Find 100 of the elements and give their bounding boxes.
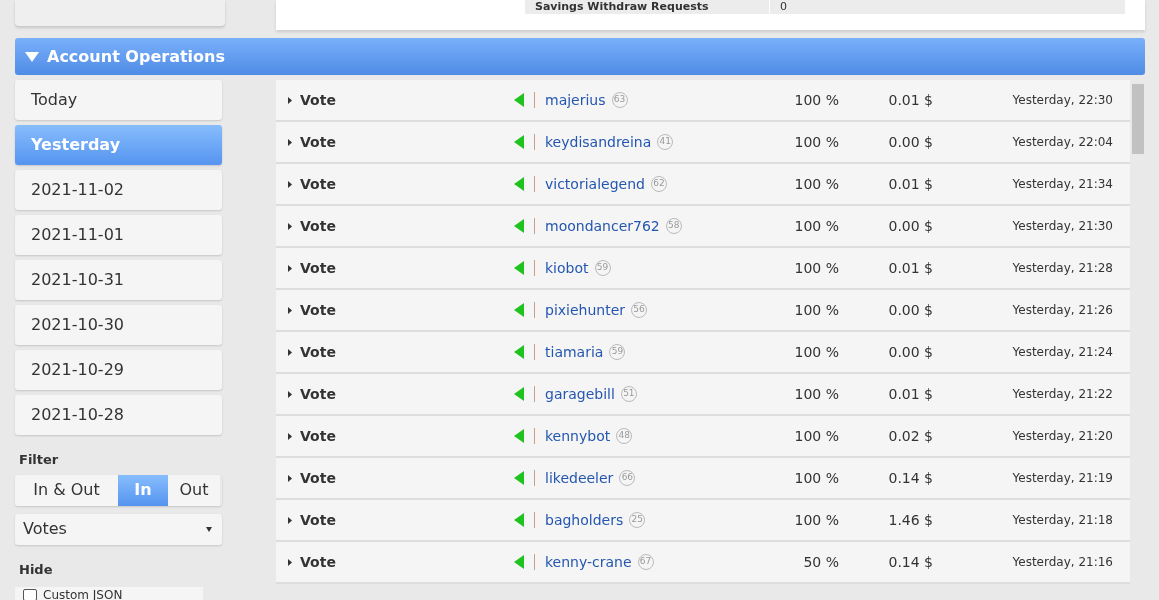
operation-row[interactable]: Vote victorialegend 62 100 % 0.01 $ Yesterday, 21:34: [276, 164, 1130, 206]
timestamp: Yesterday, 21:22: [1011, 386, 1113, 403]
amount: 0.01 $: [887, 384, 933, 404]
user-link[interactable]: moondancer762: [545, 215, 660, 237]
operation-type: Vote: [300, 300, 336, 320]
amount: 0.00 $: [887, 132, 933, 152]
expand-icon[interactable]: [288, 348, 292, 356]
vote-percent: 50 %: [802, 552, 839, 572]
operation-type: Vote: [300, 90, 336, 110]
amount: 0.01 $: [887, 90, 933, 110]
operation-type: Vote: [300, 510, 336, 530]
user-link[interactable]: kennybot: [545, 425, 611, 447]
date-button[interactable]: 2021-10-31: [15, 260, 222, 300]
amount: 0.00 $: [887, 216, 933, 236]
operation-row[interactable]: Vote kiobot 59 100 % 0.01 $ Yesterday, 21:28: [276, 248, 1130, 290]
user-link[interactable]: majerius: [545, 89, 606, 111]
timestamp: Yesterday, 21:30: [1011, 218, 1113, 235]
operation-row[interactable]: Vote keydisandreina 41 100 % 0.00 $ Yesterday, 22:04: [276, 122, 1130, 164]
user-link[interactable]: garagebill: [545, 383, 615, 405]
timestamp: Yesterday, 21:19: [1011, 470, 1113, 487]
operation-row[interactable]: Vote kennybot 48 100 % 0.02 $ Yesterday, 21:20: [276, 416, 1130, 458]
date-button[interactable]: 2021-10-30: [15, 305, 222, 345]
vote-percent: 100 %: [793, 468, 839, 488]
expand-icon[interactable]: [288, 558, 292, 566]
amount: 0.14 $: [887, 552, 933, 572]
vote-percent: 100 %: [793, 510, 839, 530]
vote-percent: 100 %: [793, 342, 839, 362]
operation-type: Vote: [300, 216, 336, 236]
amount: 0.01 $: [887, 174, 933, 194]
amount: 0.00 $: [887, 300, 933, 320]
hide-label: Hide: [19, 560, 54, 579]
amount: 0.02 $: [887, 426, 933, 446]
user-link[interactable]: kiobot: [545, 257, 589, 279]
type-dropdown[interactable]: Votes: [15, 513, 222, 545]
dropdown-arrow-icon: [206, 526, 212, 532]
expand-icon[interactable]: [288, 138, 292, 146]
operation-row[interactable]: Vote kenny-crane 67 50 % 0.14 $ Yesterday, 21:16: [276, 542, 1130, 584]
expand-icon[interactable]: [288, 390, 292, 398]
timestamp: Yesterday, 21:28: [1011, 260, 1113, 277]
table-cell: Savings Withdraw Requests: [525, 0, 770, 14]
filter-label: Filter: [19, 451, 60, 469]
operation-type: Vote: [300, 384, 336, 404]
timestamp: Yesterday, 21:20: [1011, 428, 1113, 445]
filter-tab[interactable]: In & Out: [15, 474, 118, 506]
date-button[interactable]: 2021-11-01: [15, 215, 222, 255]
user-link[interactable]: pixiehunter: [545, 299, 626, 321]
date-button[interactable]: 2021-10-28: [15, 395, 222, 435]
vote-percent: 100 %: [793, 132, 839, 152]
operation-row[interactable]: Vote likedeeler 66 100 % 0.14 $ Yesterday, 21:19: [276, 458, 1130, 500]
operation-row[interactable]: Vote moondancer762 58 100 % 0.00 $ Yesterday, 21:30: [276, 206, 1130, 248]
filter-tab[interactable]: Out: [168, 474, 220, 506]
user-link[interactable]: tiamaria: [545, 341, 604, 363]
timestamp: Yesterday, 21:18: [1011, 512, 1113, 529]
expand-icon[interactable]: [288, 96, 292, 104]
date-button[interactable]: 2021-10-29: [15, 350, 222, 390]
operation-type: Vote: [300, 258, 336, 278]
amount: 0.01 $: [887, 258, 933, 278]
vote-percent: 100 %: [793, 426, 839, 446]
operation-type: Vote: [300, 174, 336, 194]
table-cell-text: 0: [779, 0, 788, 14]
operation-row[interactable]: Vote tiamaria 59 100 % 0.00 $ Yesterday, 21:24: [276, 332, 1130, 374]
section-title: Account Operations: [47, 45, 225, 68]
vote-percent: 100 %: [793, 384, 839, 404]
amount: 1.46 $: [887, 510, 933, 530]
timestamp: Yesterday, 22:04: [1011, 134, 1113, 151]
operation-type: Vote: [300, 132, 336, 152]
user-link[interactable]: bagholders: [545, 509, 624, 531]
vote-percent: 100 %: [793, 174, 839, 194]
vote-percent: 100 %: [793, 216, 839, 236]
expand-icon[interactable]: [288, 222, 292, 230]
amount: 0.00 $: [887, 342, 933, 362]
expand-icon[interactable]: [288, 264, 292, 272]
user-link[interactable]: keydisandreina: [545, 131, 652, 153]
amount: 0.14 $: [887, 468, 933, 488]
operation-type: Vote: [300, 426, 336, 446]
timestamp: Yesterday, 21:34: [1011, 176, 1113, 193]
operation-row[interactable]: Vote bagholders 25 100 % 1.46 $ Yesterday, 21:18: [276, 500, 1130, 542]
operation-row[interactable]: Vote garagebill 51 100 % 0.01 $ Yesterday, 21:22: [276, 374, 1130, 416]
operation-type: Vote: [300, 552, 336, 572]
timestamp: Yesterday, 22:30: [1011, 92, 1113, 109]
expand-icon[interactable]: [288, 474, 292, 482]
operation-row[interactable]: Vote pixiehunter 56 100 % 0.00 $ Yesterday, 21:26: [276, 290, 1130, 332]
timestamp: Yesterday, 21:16: [1011, 554, 1113, 571]
user-link[interactable]: kenny-crane: [545, 551, 632, 573]
expand-icon[interactable]: [288, 180, 292, 188]
operation-row[interactable]: Vote majerius 63 100 % 0.01 $ Yesterday, 22:30: [276, 80, 1130, 122]
operation-type: Vote: [300, 342, 336, 362]
vote-percent: 100 %: [793, 90, 839, 110]
user-link[interactable]: victorialegend: [545, 173, 645, 195]
expand-icon[interactable]: [288, 432, 292, 440]
timestamp: Yesterday, 21:24: [1011, 344, 1113, 361]
date-button[interactable]: Today: [15, 80, 222, 120]
user-link[interactable]: likedeeler: [545, 467, 614, 489]
vote-percent: 100 %: [793, 258, 839, 278]
expand-icon[interactable]: [288, 516, 292, 524]
expand-icon[interactable]: [288, 306, 292, 314]
checkbox[interactable]: [23, 589, 37, 600]
date-button[interactable]: 2021-11-02: [15, 170, 222, 210]
vote-percent: 100 %: [793, 300, 839, 320]
timestamp: Yesterday, 21:26: [1011, 302, 1113, 319]
